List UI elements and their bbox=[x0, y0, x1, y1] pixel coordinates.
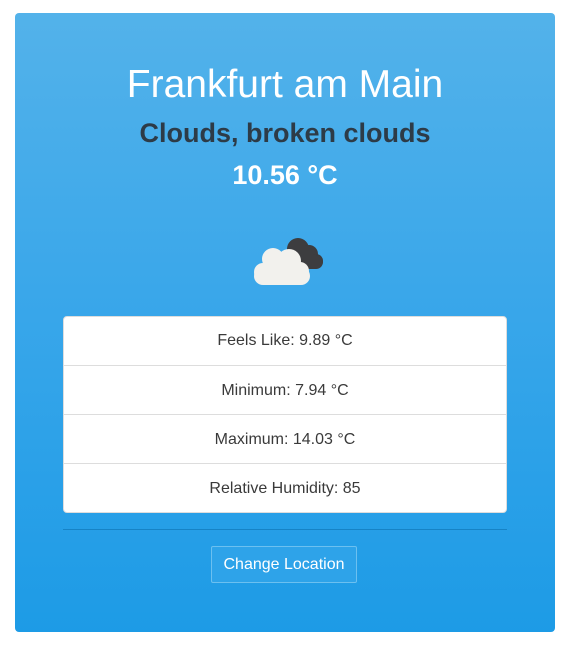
city-name: Frankfurt am Main bbox=[126, 63, 444, 106]
list-item-feels-like: Feels Like: 9.89 °C bbox=[217, 332, 353, 349]
current-temperature: 10.56 °C bbox=[232, 160, 338, 190]
weather-condition: Clouds, broken clouds bbox=[139, 118, 431, 148]
weather-card: Frankfurt am Main Clouds, broken clouds … bbox=[15, 13, 555, 632]
divider bbox=[63, 529, 507, 530]
weather-details-list: Feels Like: 9.89 °C Minimum: 7.94 °C Max… bbox=[63, 316, 507, 513]
list-item-maximum: Maximum: 14.03 °C bbox=[64, 414, 506, 463]
list-item-minimum: Minimum: 7.94 °C bbox=[64, 365, 506, 414]
broken-clouds-icon bbox=[254, 238, 323, 285]
list-item-humidity: Relative Humidity: 85 bbox=[64, 463, 506, 512]
change-location-button[interactable]: Change Location bbox=[211, 546, 357, 583]
